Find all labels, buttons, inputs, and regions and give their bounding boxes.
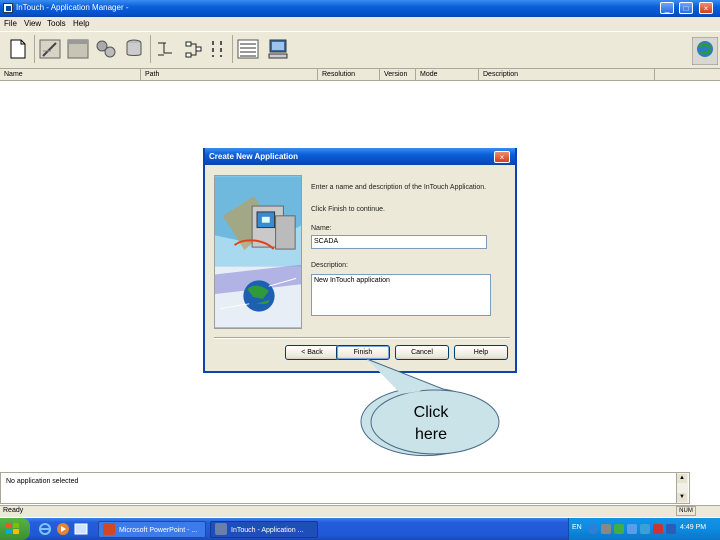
device-tray-icon[interactable] [601,524,611,534]
windows-logo-icon [6,523,19,534]
dialog-close-button[interactable]: × [494,151,510,163]
column-resolution[interactable]: Resolution [318,69,380,81]
dbdump-icon[interactable] [154,37,178,61]
powerpoint-icon [103,523,115,535]
wizard-illustration [214,175,302,329]
quick-launch-icon[interactable] [74,522,88,536]
dialog-instruction: Enter a name and description of the InTo… [311,184,487,191]
language-indicator[interactable]: EN [572,524,582,531]
column-description[interactable]: Description [479,69,655,81]
dbload-icon[interactable] [122,37,146,61]
windowviewer-icon[interactable] [94,37,118,61]
column-name[interactable]: Name [0,69,141,81]
scroll-up-arrow-icon[interactable]: ▲ [677,474,687,483]
toolbar-separator [150,35,151,63]
num-lock-indicator: NUM [676,506,696,516]
output-text: No application selected [6,478,79,485]
media-player-icon[interactable] [56,522,70,536]
help-tray-icon[interactable] [588,524,598,534]
edit-icon[interactable] [38,37,62,61]
output-pane [0,472,690,504]
internet-explorer-icon[interactable] [38,522,52,536]
name-label: Name: [311,225,332,232]
callout-line-1: Click [413,404,449,421]
menu-file[interactable]: File [4,19,17,28]
status-text: Ready [3,507,24,514]
maximize-button[interactable]: □ [679,2,693,14]
sync-tray-icon[interactable] [666,524,676,534]
create-new-application-dialog: Create New Application × Enter a name an… [203,148,517,373]
callout-line-2: here [414,426,448,443]
new-application-icon[interactable] [6,37,30,61]
column-mode[interactable]: Mode [416,69,479,81]
column-empty [655,69,720,81]
app-tray-icon[interactable] [614,524,624,534]
menu-help[interactable]: Help [73,19,89,28]
toolbar-separator [232,35,233,63]
computer-icon[interactable] [266,37,290,61]
menu-bar [0,17,720,31]
app-icon[interactable] [3,3,13,13]
wizard-icon[interactable] [692,37,718,65]
scroll-down-arrow-icon[interactable]: ▼ [677,493,687,502]
back-button[interactable]: < Back [285,345,339,360]
network-tray-icon[interactable] [627,524,637,534]
windowmaker-icon[interactable] [66,37,90,61]
columns-icon[interactable] [182,37,206,61]
security-tray-icon[interactable] [653,524,663,534]
dialog-separator [214,337,510,339]
toolbar-separator [34,35,35,63]
window-title: InTouch - Application Manager - [16,3,129,12]
details-view-icon[interactable] [236,37,260,61]
name-input[interactable]: SCADA [311,235,487,249]
column-version[interactable]: Version [380,69,416,81]
minimize-button[interactable]: _ [660,2,674,14]
intouch-icon [215,523,227,535]
status-bar [0,505,720,517]
monitor-tray-icon[interactable] [640,524,650,534]
clock: 4:49 PM [680,524,707,531]
dialog-title: Create New Application [209,152,299,161]
column-path[interactable]: Path [141,69,318,81]
callout-text: Click here [398,402,464,446]
description-input[interactable]: New InTouch application [311,274,491,316]
menu-view[interactable]: View [24,19,41,28]
dialog-finish-hint: Click Finish to continue. [311,206,385,213]
close-button[interactable]: × [699,2,713,14]
description-label: Description: [311,262,348,269]
list-view-icon[interactable] [208,37,232,61]
menu-tools[interactable]: Tools [47,19,66,28]
